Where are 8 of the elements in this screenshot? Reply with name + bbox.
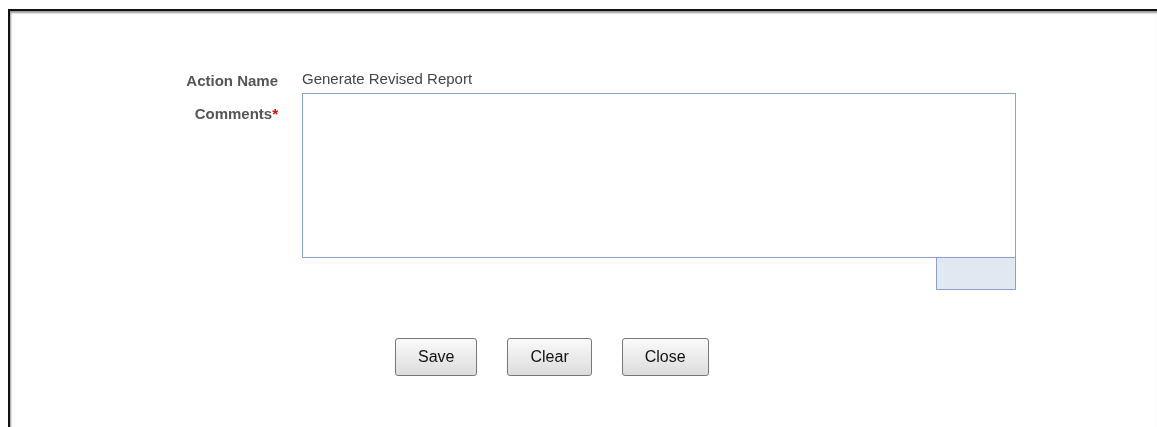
field-label: Action Name	[186, 72, 278, 89]
required-mark: *	[272, 105, 278, 122]
action-button[interactable]: Clear	[507, 338, 592, 376]
field-value: Generate Revised Report	[302, 69, 473, 87]
action-button[interactable]: Save	[395, 338, 478, 376]
field-label: Comments	[194, 105, 273, 122]
comments-field[interactable]	[302, 93, 1016, 258]
action-button[interactable]: Close	[621, 338, 709, 376]
